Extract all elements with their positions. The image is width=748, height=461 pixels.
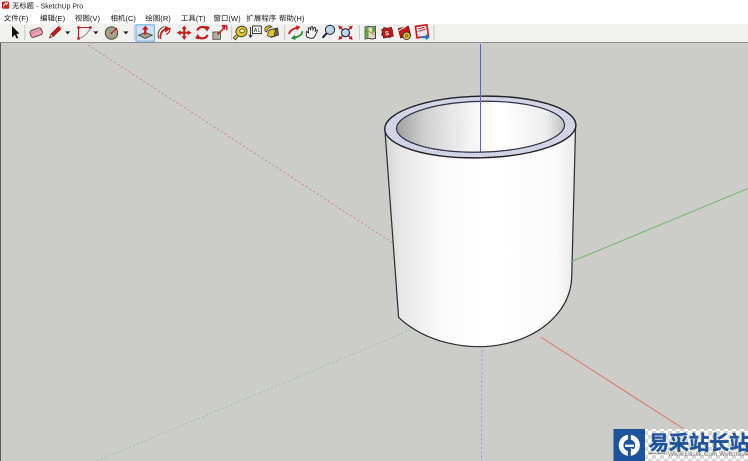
- svg-text:A1: A1: [254, 28, 261, 34]
- svg-text:(H): (H): [294, 14, 305, 23]
- svg-text:(C): (C): [125, 14, 136, 23]
- svg-text:- SketchUp Pro: - SketchUp Pro: [36, 3, 83, 10]
- svg-text:Www.Easck.Com Webmaster: Www.Easck.Com Webmaster: [668, 451, 748, 458]
- svg-text:(T): (T): [196, 14, 206, 23]
- svg-text:(V): (V): [90, 14, 101, 23]
- svg-text:(R): (R): [160, 14, 171, 23]
- svg-text:(E): (E): [55, 14, 66, 23]
- svg-text:(F): (F): [19, 14, 29, 23]
- svg-text:(W): (W): [228, 14, 241, 23]
